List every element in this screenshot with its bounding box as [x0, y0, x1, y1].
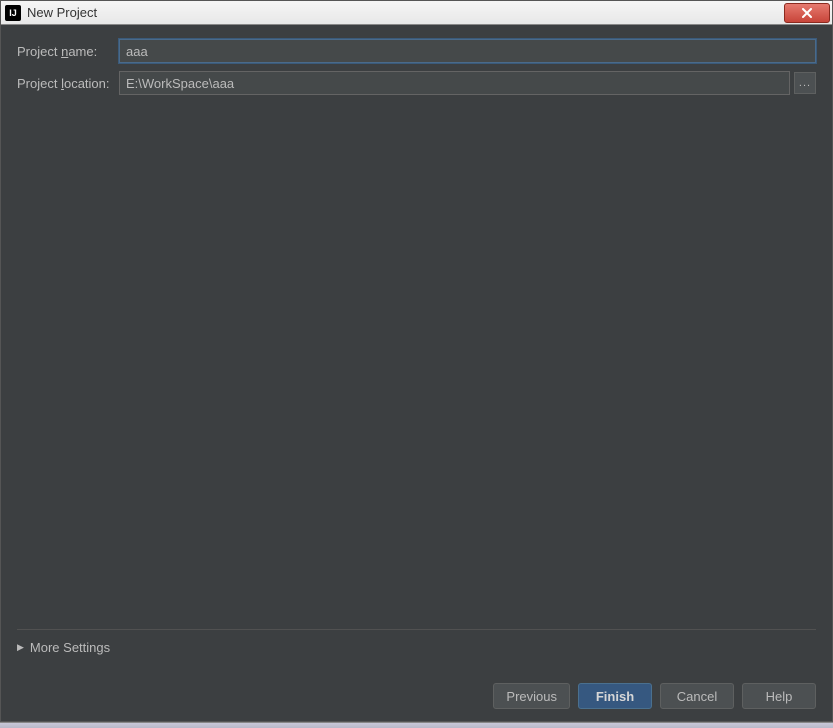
project-location-label: Project location: — [17, 76, 119, 91]
button-bar: Previous Finish Cancel Help — [1, 673, 832, 721]
close-icon[interactable] — [784, 3, 830, 23]
dialog-content: Project name: Project location: ... ▶ Mo… — [1, 25, 832, 673]
project-name-label: Project name: — [17, 44, 119, 59]
window-title: New Project — [27, 5, 784, 20]
more-settings-label: More Settings — [30, 640, 110, 655]
finish-button[interactable]: Finish — [578, 683, 652, 709]
project-name-input[interactable] — [119, 39, 816, 63]
browse-location-button[interactable]: ... — [794, 72, 816, 94]
app-icon: IJ — [5, 5, 21, 21]
project-location-input[interactable] — [119, 71, 790, 95]
help-button[interactable]: Help — [742, 683, 816, 709]
taskbar-edge — [0, 722, 833, 728]
cancel-button[interactable]: Cancel — [660, 683, 734, 709]
previous-button[interactable]: Previous — [493, 683, 570, 709]
project-name-row: Project name: — [17, 39, 816, 63]
more-settings-toggle[interactable]: ▶ More Settings — [17, 640, 816, 655]
project-location-row: Project location: ... — [17, 71, 816, 95]
new-project-dialog: IJ New Project Project name: Project loc… — [0, 0, 833, 722]
content-spacer — [17, 103, 816, 621]
chevron-right-icon: ▶ — [17, 642, 24, 653]
more-settings-section: ▶ More Settings — [17, 629, 816, 663]
titlebar[interactable]: IJ New Project — [1, 1, 832, 25]
